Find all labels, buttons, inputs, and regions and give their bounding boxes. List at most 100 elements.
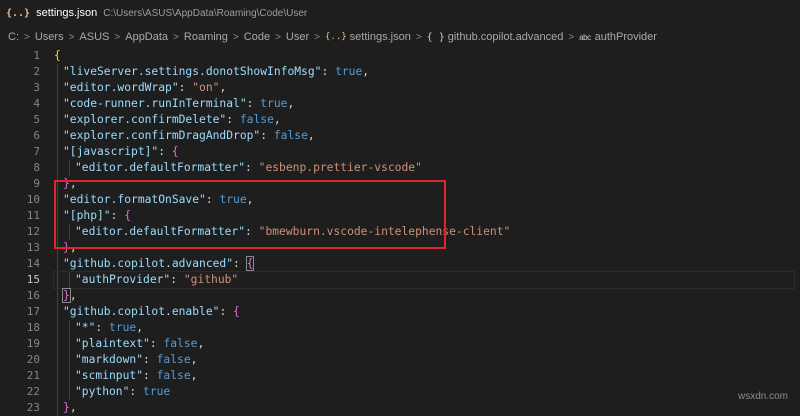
breadcrumb-item-code[interactable]: Code xyxy=(244,31,270,43)
code-editor[interactable]: 1 2 3 4 5 6 7 8 9 10 11 12 13 14 15 16 1… xyxy=(0,48,800,416)
setting-key: "code-runner.runInTerminal" xyxy=(63,97,247,110)
watermark-text: wsxdn.com xyxy=(737,391,788,402)
code-line-current: "authProvider": "github" xyxy=(53,271,795,289)
setting-key: "editor.wordWrap" xyxy=(63,81,179,94)
chevron-right-icon: > xyxy=(68,31,75,43)
setting-value: true xyxy=(143,385,171,398)
setting-key: "python" xyxy=(75,385,130,398)
object-braces-icon: { } xyxy=(426,31,445,43)
line-number: 14 xyxy=(26,257,40,270)
setting-key: "[javascript]" xyxy=(63,145,159,158)
breadcrumb-item-roaming[interactable]: Roaming xyxy=(184,31,228,43)
breadcrumb-item-drive[interactable]: C: xyxy=(8,31,19,43)
code-line: }, xyxy=(54,400,794,416)
code-line: }, xyxy=(54,288,794,304)
setting-key: "plaintext" xyxy=(75,337,150,350)
setting-value: true xyxy=(109,321,137,334)
line-number: 9 xyxy=(33,177,40,190)
setting-value: false xyxy=(156,369,191,382)
code-line: "github.copilot.advanced": { xyxy=(54,256,794,272)
json-braces-icon: {..} xyxy=(324,32,347,42)
line-number: 3 xyxy=(33,81,40,94)
tab-settings-json[interactable]: {..} settings.json C:\Users\ASUS\AppData… xyxy=(0,0,317,26)
editor-tab-bar: {..} settings.json C:\Users\ASUS\AppData… xyxy=(0,0,800,26)
setting-value: "on" xyxy=(192,81,220,94)
line-number: 16 xyxy=(26,289,40,302)
brace-close: } xyxy=(63,401,70,414)
setting-key: "*" xyxy=(75,321,96,334)
line-number: 6 xyxy=(33,129,40,142)
setting-value: true xyxy=(260,97,288,110)
line-number: 22 xyxy=(26,385,40,398)
code-line: "explorer.confirmDelete": false, xyxy=(54,112,794,128)
brace-open: { xyxy=(233,305,240,318)
line-number: 17 xyxy=(26,305,40,318)
setting-value: "esbenp.prettier-vscode" xyxy=(258,161,422,174)
line-number: 23 xyxy=(26,401,40,414)
code-line: "python": true xyxy=(54,384,794,400)
setting-value: false xyxy=(163,337,198,350)
code-line: "scminput": false, xyxy=(54,368,794,384)
setting-key: "liveServer.settings.donotShowInfoMsg" xyxy=(63,65,322,78)
line-number: 7 xyxy=(33,145,40,158)
breadcrumb-item-appdata[interactable]: AppData xyxy=(125,31,168,43)
chevron-right-icon: > xyxy=(415,31,422,43)
breadcrumb-item-users[interactable]: Users xyxy=(35,31,64,43)
chevron-right-icon: > xyxy=(173,31,179,43)
tab-title: settings.json xyxy=(36,7,98,19)
breadcrumb-item-object[interactable]: github.copilot.advanced xyxy=(448,31,564,43)
breadcrumb-item-user[interactable]: User xyxy=(286,31,309,43)
setting-key: "explorer.confirmDelete" xyxy=(63,113,227,126)
brace-open: { xyxy=(54,49,61,62)
setting-key: "editor.defaultFormatter" xyxy=(75,161,246,174)
code-line: "editor.defaultFormatter": "esbenp.prett… xyxy=(54,160,794,176)
line-number: 21 xyxy=(26,369,40,382)
code-line: "editor.wordWrap": "on", xyxy=(54,80,794,96)
breadcrumb-item-file[interactable]: settings.json xyxy=(350,31,411,43)
code-line: "explorer.confirmDragAndDrop": false, xyxy=(54,128,794,144)
brace-close-matched: } xyxy=(62,288,71,303)
setting-key: "github.copilot.enable" xyxy=(63,305,220,318)
line-number: 20 xyxy=(26,353,40,366)
json-braces-icon: {..} xyxy=(6,7,31,19)
setting-value: false xyxy=(156,353,191,366)
code-line: "liveServer.settings.donotShowInfoMsg": … xyxy=(54,64,794,80)
chevron-right-icon: > xyxy=(24,31,30,43)
setting-key: "authProvider" xyxy=(75,273,171,286)
code-line: "github.copilot.enable": { xyxy=(54,304,794,320)
setting-value: "github" xyxy=(183,273,239,286)
code-line: "code-runner.runInTerminal": true, xyxy=(54,96,794,112)
line-number: 18 xyxy=(26,321,40,334)
line-number: 13 xyxy=(26,241,40,254)
setting-key: "markdown" xyxy=(75,353,144,366)
setting-key: "github.copilot.advanced" xyxy=(63,257,234,270)
line-number: 11 xyxy=(26,209,40,222)
line-number: 12 xyxy=(26,225,40,238)
string-property-icon: abc xyxy=(579,32,591,42)
code-line: "[javascript]": { xyxy=(54,144,794,160)
chevron-right-icon: > xyxy=(314,31,320,43)
setting-value: true xyxy=(335,65,363,78)
line-number-gutter: 1 2 3 4 5 6 7 8 9 10 11 12 13 14 15 16 1… xyxy=(0,48,40,416)
line-number: 4 xyxy=(33,97,40,110)
breadcrumb: C: > Users > ASUS > AppData > Roaming > … xyxy=(0,26,800,48)
brace-open-matched: { xyxy=(245,256,255,271)
brace-open: { xyxy=(171,145,179,158)
code-line: "*": true, xyxy=(54,320,794,336)
code-line: "markdown": false, xyxy=(54,352,794,368)
code-line: "plaintext": false, xyxy=(54,336,794,352)
line-number: 5 xyxy=(33,113,40,126)
chevron-right-icon: > xyxy=(568,31,575,43)
breadcrumb-item-leaf[interactable]: authProvider xyxy=(595,31,657,43)
line-number: 19 xyxy=(26,337,40,350)
breadcrumb-item-asus[interactable]: ASUS xyxy=(79,31,109,43)
line-number: 1 xyxy=(33,49,40,62)
line-number: 10 xyxy=(26,193,40,206)
setting-key: "explorer.confirmDragAndDrop" xyxy=(63,129,261,142)
line-number: 8 xyxy=(33,161,40,174)
setting-value: false xyxy=(239,113,274,126)
annotation-highlight-box xyxy=(54,180,446,249)
chevron-right-icon: > xyxy=(275,31,281,43)
tab-path: C:\Users\ASUS\AppData\Roaming\Code\User xyxy=(103,7,308,19)
setting-key: "scminput" xyxy=(75,369,144,382)
